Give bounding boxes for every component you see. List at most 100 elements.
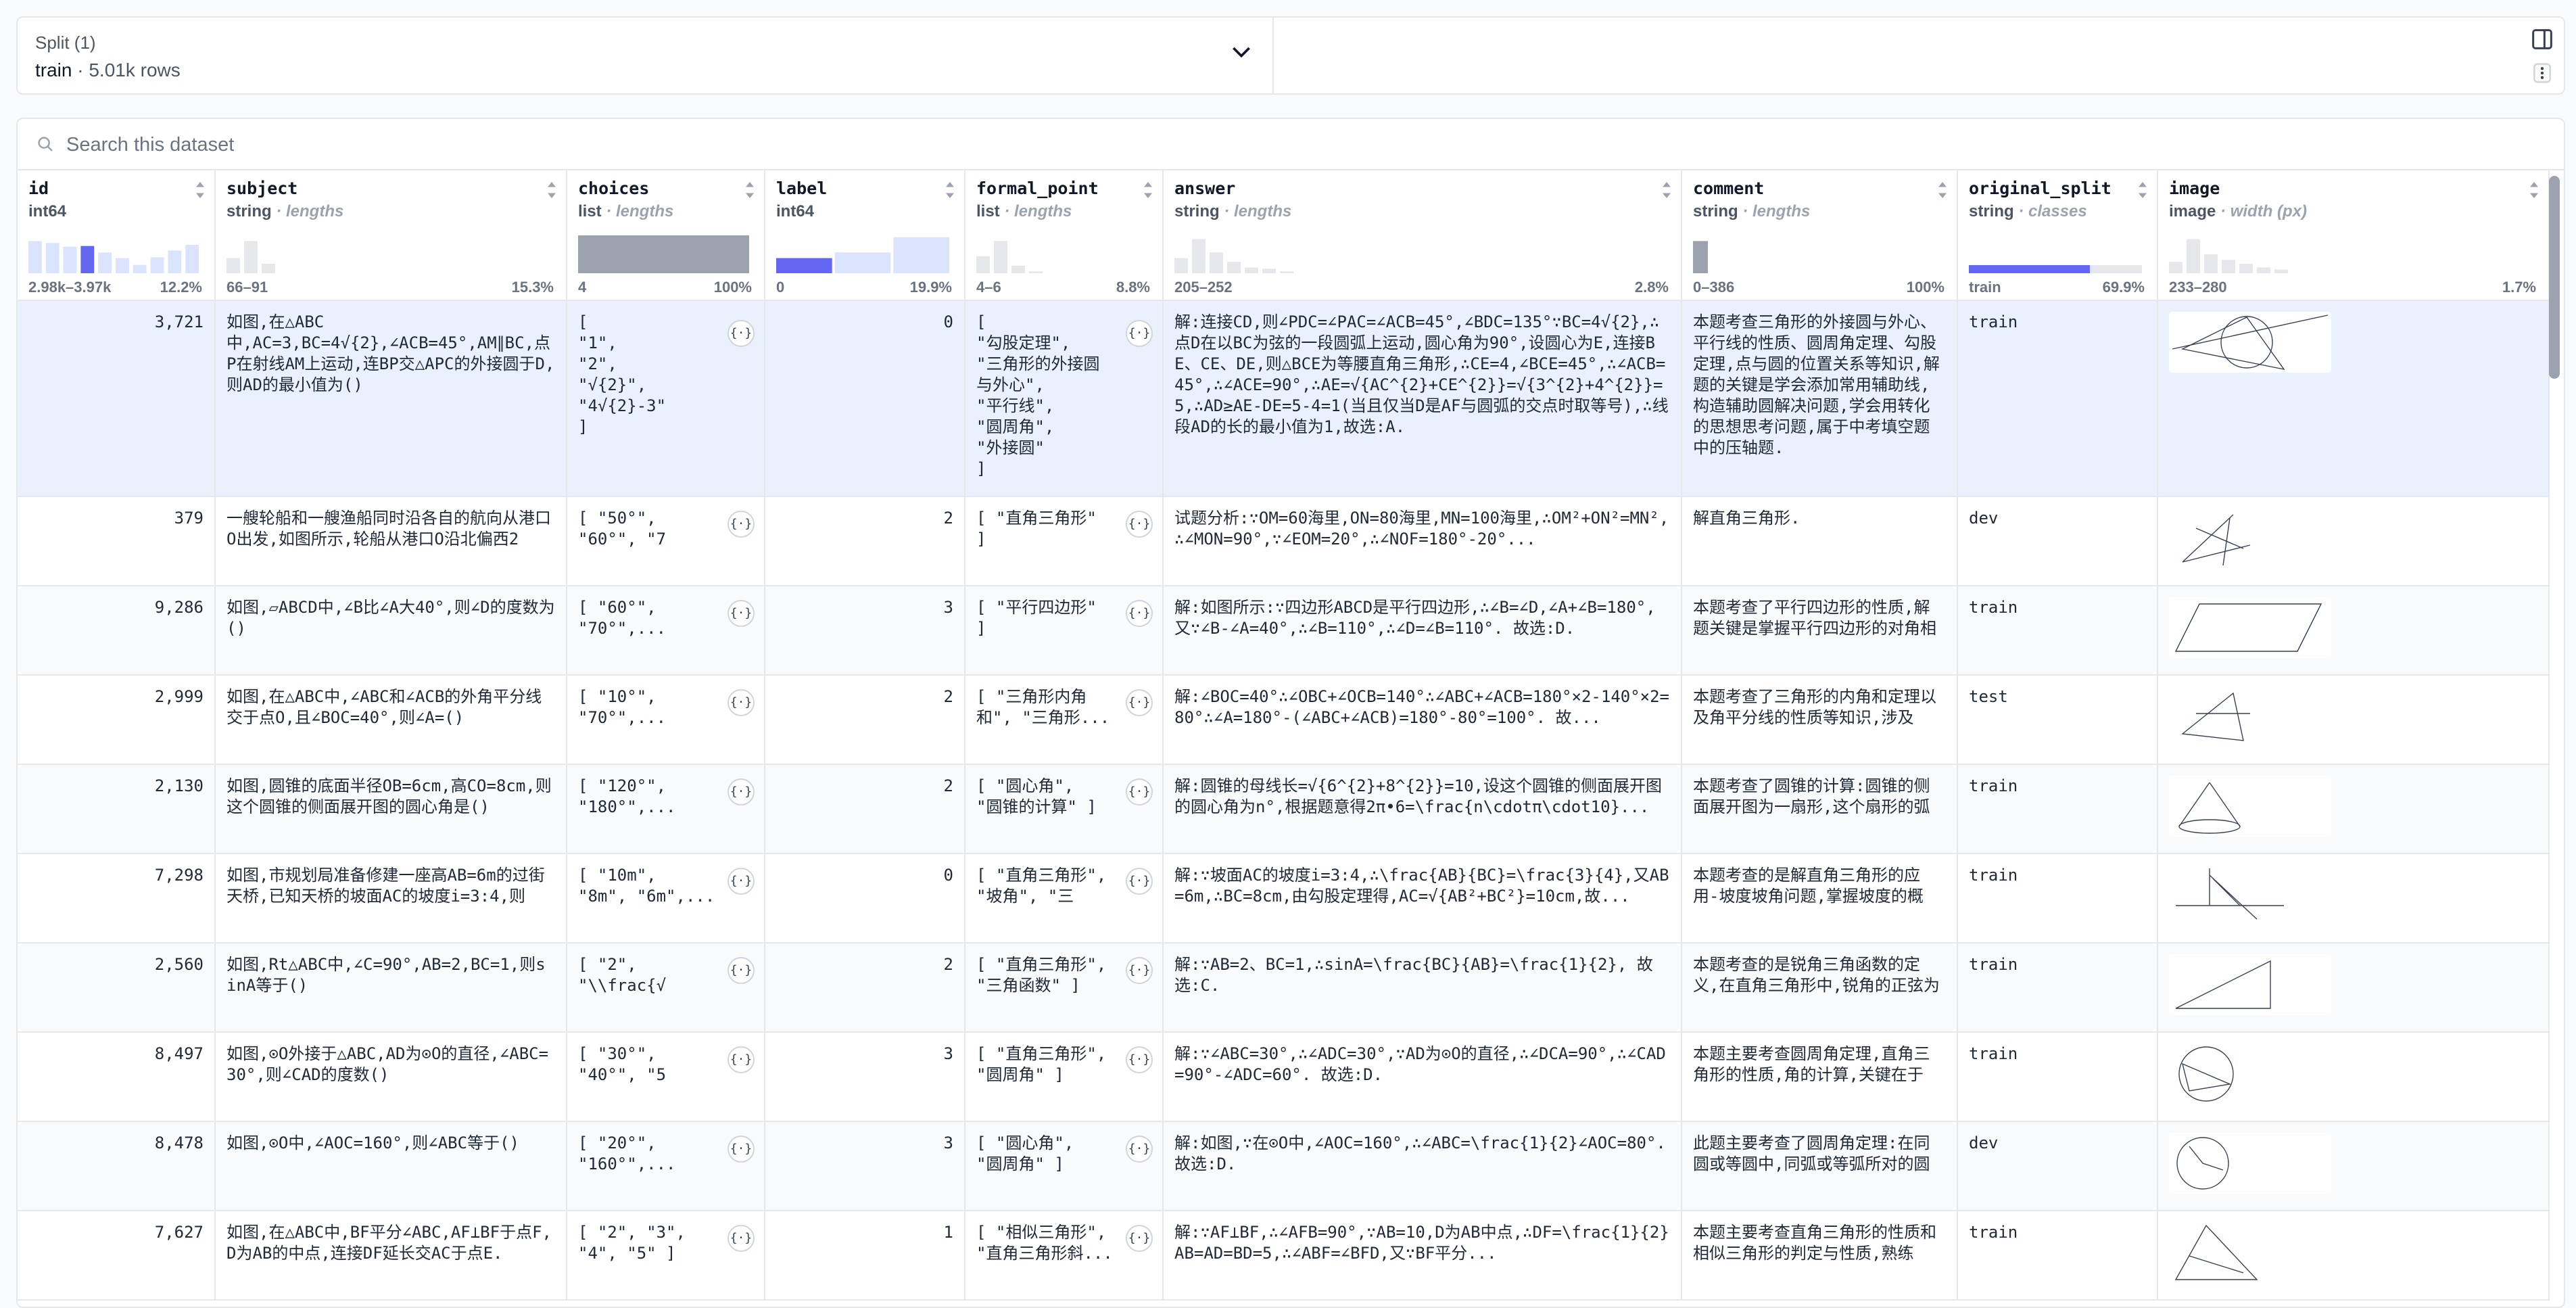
geometry-figure-image[interactable] [2169, 776, 2331, 837]
histogram-bar[interactable] [1210, 252, 1223, 273]
cell-comment[interactable]: 此题主要考查了圆周角定理:在同圆或等圆中,同弧或等弧所对的圆周... [1681, 1121, 1958, 1211]
cell-subject[interactable]: 一艘轮船和一艘渔船同时沿各自的航向从港口O出发,如图所示,轮船从港口O沿北偏西2… [215, 496, 567, 586]
column-header-subject[interactable]: subject string · lengths 66–91 15.3% [215, 170, 567, 301]
table-row[interactable]: 9,286 如图,▱ABCD中,∠B比∠A大40°,则∠D的度数为() [ "60°… [18, 586, 2550, 676]
cell-original-split[interactable]: train [1957, 1211, 2158, 1301]
cell-image[interactable] [2157, 854, 2550, 943]
cell-id[interactable]: 3,721 [18, 300, 216, 497]
cell-subject[interactable]: 如图,在△ABC中,∠ABC和∠ACB的外角平分线交于点O,且∠BOC=40°,… [215, 675, 567, 765]
cell-image[interactable] [2157, 943, 2550, 1033]
cell-image[interactable] [2157, 586, 2550, 676]
histogram-bar[interactable] [28, 241, 42, 273]
expand-json-button[interactable]: {·} [1126, 689, 1153, 716]
histogram-formal-point[interactable] [976, 235, 1147, 273]
histogram-bar[interactable] [2257, 267, 2270, 273]
cell-original-split[interactable]: train [1957, 764, 2158, 854]
cell-original-split[interactable]: dev [1957, 1121, 2158, 1211]
sort-icon[interactable] [1142, 180, 1154, 200]
cell-original-split[interactable]: train [1957, 586, 2158, 676]
geometry-figure-image[interactable] [2169, 954, 2331, 1015]
cell-subject[interactable]: 如图,市规划局准备修建一座高AB=6m的过街天桥,已知天桥的坡面AC的坡度i=3… [215, 854, 567, 943]
histogram-bar[interactable] [116, 258, 129, 273]
expand-json-button[interactable]: {·} [1126, 1046, 1153, 1073]
cell-label[interactable]: 0 [765, 854, 965, 943]
geometry-figure-image[interactable] [2169, 686, 2331, 747]
cell-choices[interactable]: [ "50°", "60°", "70°"... {·} [567, 496, 765, 586]
cell-label[interactable]: 3 [765, 586, 965, 676]
histogram-bar[interactable] [1011, 265, 1025, 273]
cell-choices[interactable]: [ "120°", "180°",... {·} [567, 764, 765, 854]
cell-answer[interactable]: 解:圆锥的母线长=√{6^{2}+8^{2}}=10,设这个圆锥的侧面展开图的圆… [1163, 764, 1682, 854]
cell-id[interactable]: 2,130 [18, 764, 216, 854]
expand-json-button[interactable]: {·} [1126, 1225, 1153, 1252]
cell-formal-point[interactable]: [ "圆心角", "圆锥的计算" ] {·} [965, 764, 1164, 854]
expand-json-button[interactable]: {·} [728, 320, 755, 347]
histogram-choices[interactable] [578, 235, 749, 273]
sort-icon[interactable] [744, 180, 756, 200]
sort-icon[interactable] [2528, 180, 2540, 200]
histogram-bar[interactable] [2274, 269, 2288, 273]
histogram-bar[interactable] [63, 246, 77, 273]
histogram-bar[interactable] [976, 256, 990, 273]
expand-json-button[interactable]: {·} [728, 778, 755, 805]
cell-id[interactable]: 7,627 [18, 1211, 216, 1301]
cell-formal-point[interactable]: [ "勾股定理", "三角形的外接圆与外心", "平行线", "圆周角", "外… [965, 300, 1164, 497]
cell-comment[interactable]: 本题考查了平行四边形的性质,解题关键是掌握平行四边形的对角相等... [1681, 586, 1958, 676]
cell-original-split[interactable]: train [1957, 300, 2158, 497]
geometry-figure-image[interactable] [2169, 312, 2331, 373]
table-row[interactable]: 7,298 如图,市规划局准备修建一座高AB=6m的过街天桥,已知天桥的坡面AC的… [18, 854, 2550, 943]
cell-answer[interactable]: 解:∵AF⊥BF,∴∠AFB=90°,∵AB=10,D为AB中点,∴DF=\fr… [1163, 1211, 1682, 1301]
cell-subject[interactable]: 如图,在△ABC中,BF平分∠ABC,AF⊥BF于点F,D为AB的中点,连接DF… [215, 1211, 567, 1301]
side-panel-icon[interactable] [2527, 26, 2557, 53]
column-header-comment[interactable]: comment string · lengths 0–386 100% [1681, 170, 1958, 301]
histogram-bar[interactable] [226, 258, 240, 273]
geometry-figure-image[interactable] [2169, 597, 2331, 658]
cell-comment[interactable]: 本题考查了圆锥的计算:圆锥的侧面展开图为一扇形,这个扇形的弧长... [1681, 764, 1958, 854]
cell-image[interactable] [2157, 764, 2550, 854]
column-header-answer[interactable]: answer string · lengths 205–252 2.8% [1163, 170, 1682, 301]
expand-json-button[interactable]: {·} [1126, 600, 1153, 627]
column-header-image[interactable]: image image · width (px) 233–280 1.7% [2157, 170, 2550, 301]
expand-json-button[interactable]: {·} [728, 868, 755, 895]
cell-image[interactable] [2157, 1032, 2550, 1122]
cell-id[interactable]: 8,478 [18, 1121, 216, 1211]
cell-id[interactable]: 9,286 [18, 586, 216, 676]
cell-original-split[interactable]: test [1957, 675, 2158, 765]
cell-comment[interactable]: 本题主要考查圆周角定理,直角三角形的性质,角的计算,关键在于通... [1681, 1032, 1958, 1122]
expand-json-button[interactable]: {·} [1126, 778, 1153, 805]
cell-choices[interactable]: [ "20°", "160°",... {·} [567, 1121, 765, 1211]
column-header-original-split[interactable]: original_split string · classes train 69.9% [1957, 170, 2158, 301]
cell-answer[interactable]: 解:如图,∵在⊙O中,∠AOC=160°,∴∠ABC=\frac{1}{2}∠A… [1163, 1121, 1682, 1211]
geometry-figure-image[interactable] [2169, 865, 2331, 926]
histogram-bar[interactable] [834, 252, 891, 273]
column-header-label[interactable]: label int64 0 19.9% [765, 170, 965, 301]
cell-answer[interactable]: 解:∠BOC=40°∴∠OBC+∠OCB=140°∴∠ABC+∠ACB=180°… [1163, 675, 1682, 765]
cell-formal-point[interactable]: [ "平行四边形" ] {·} [965, 586, 1164, 676]
geometry-figure-image[interactable] [2169, 1044, 2331, 1104]
histogram-bar[interactable] [1174, 258, 1188, 273]
cell-formal-point[interactable]: [ "相似三角形", "直角三角形斜... {·} [965, 1211, 1164, 1301]
histogram-bar[interactable] [893, 237, 949, 273]
sort-icon[interactable] [1936, 180, 1949, 200]
cell-answer[interactable]: 解:∵∠ABC=30°,∴∠ADC=30°,∵AD为⊙O的直径,∴∠DCA=90… [1163, 1032, 1682, 1122]
cell-label[interactable]: 2 [765, 496, 965, 586]
cell-id[interactable]: 7,298 [18, 854, 216, 943]
cell-comment[interactable]: 本题主要考查直角三角形的性质和相似三角形的判定与性质,熟练运... [1681, 1211, 1958, 1301]
histogram-bar[interactable] [1192, 239, 1206, 273]
cell-label[interactable]: 0 [765, 300, 965, 497]
histogram-bar[interactable] [1029, 271, 1043, 273]
geometry-figure-image[interactable] [2169, 508, 2331, 569]
cell-label[interactable]: 1 [765, 1211, 965, 1301]
scrollbar-thumb[interactable] [2549, 176, 2560, 379]
cell-answer[interactable]: 试题分析:∵OM=60海里,ON=80海里,MN=100海里,∴OM²+ON²=… [1163, 496, 1682, 586]
cell-formal-point[interactable]: [ "三角形内角和", "三角形... {·} [965, 675, 1164, 765]
cell-subject[interactable]: 如图,▱ABCD中,∠B比∠A大40°,则∠D的度数为() [215, 586, 567, 676]
histogram-bar[interactable] [133, 264, 147, 273]
split-selector[interactable]: Split (1) train · 5.01k rows [18, 18, 1274, 93]
cell-answer[interactable]: 解:连接CD,则∠PDC=∠PAC=∠ACB=45°,∠BDC=135°∵BC=… [1163, 300, 1682, 497]
histogram-subject[interactable] [226, 235, 551, 273]
histogram-bar[interactable] [776, 258, 832, 273]
table-row[interactable]: 7,627 如图,在△ABC中,BF平分∠ABC,AF⊥BF于点F,D为AB的中点… [18, 1211, 2550, 1301]
table-row[interactable]: 2,130 如图,圆锥的底面半径OB=6cm,高CO=8cm,则这个圆锥的侧面展开… [18, 764, 2550, 854]
sort-icon[interactable] [944, 180, 956, 200]
